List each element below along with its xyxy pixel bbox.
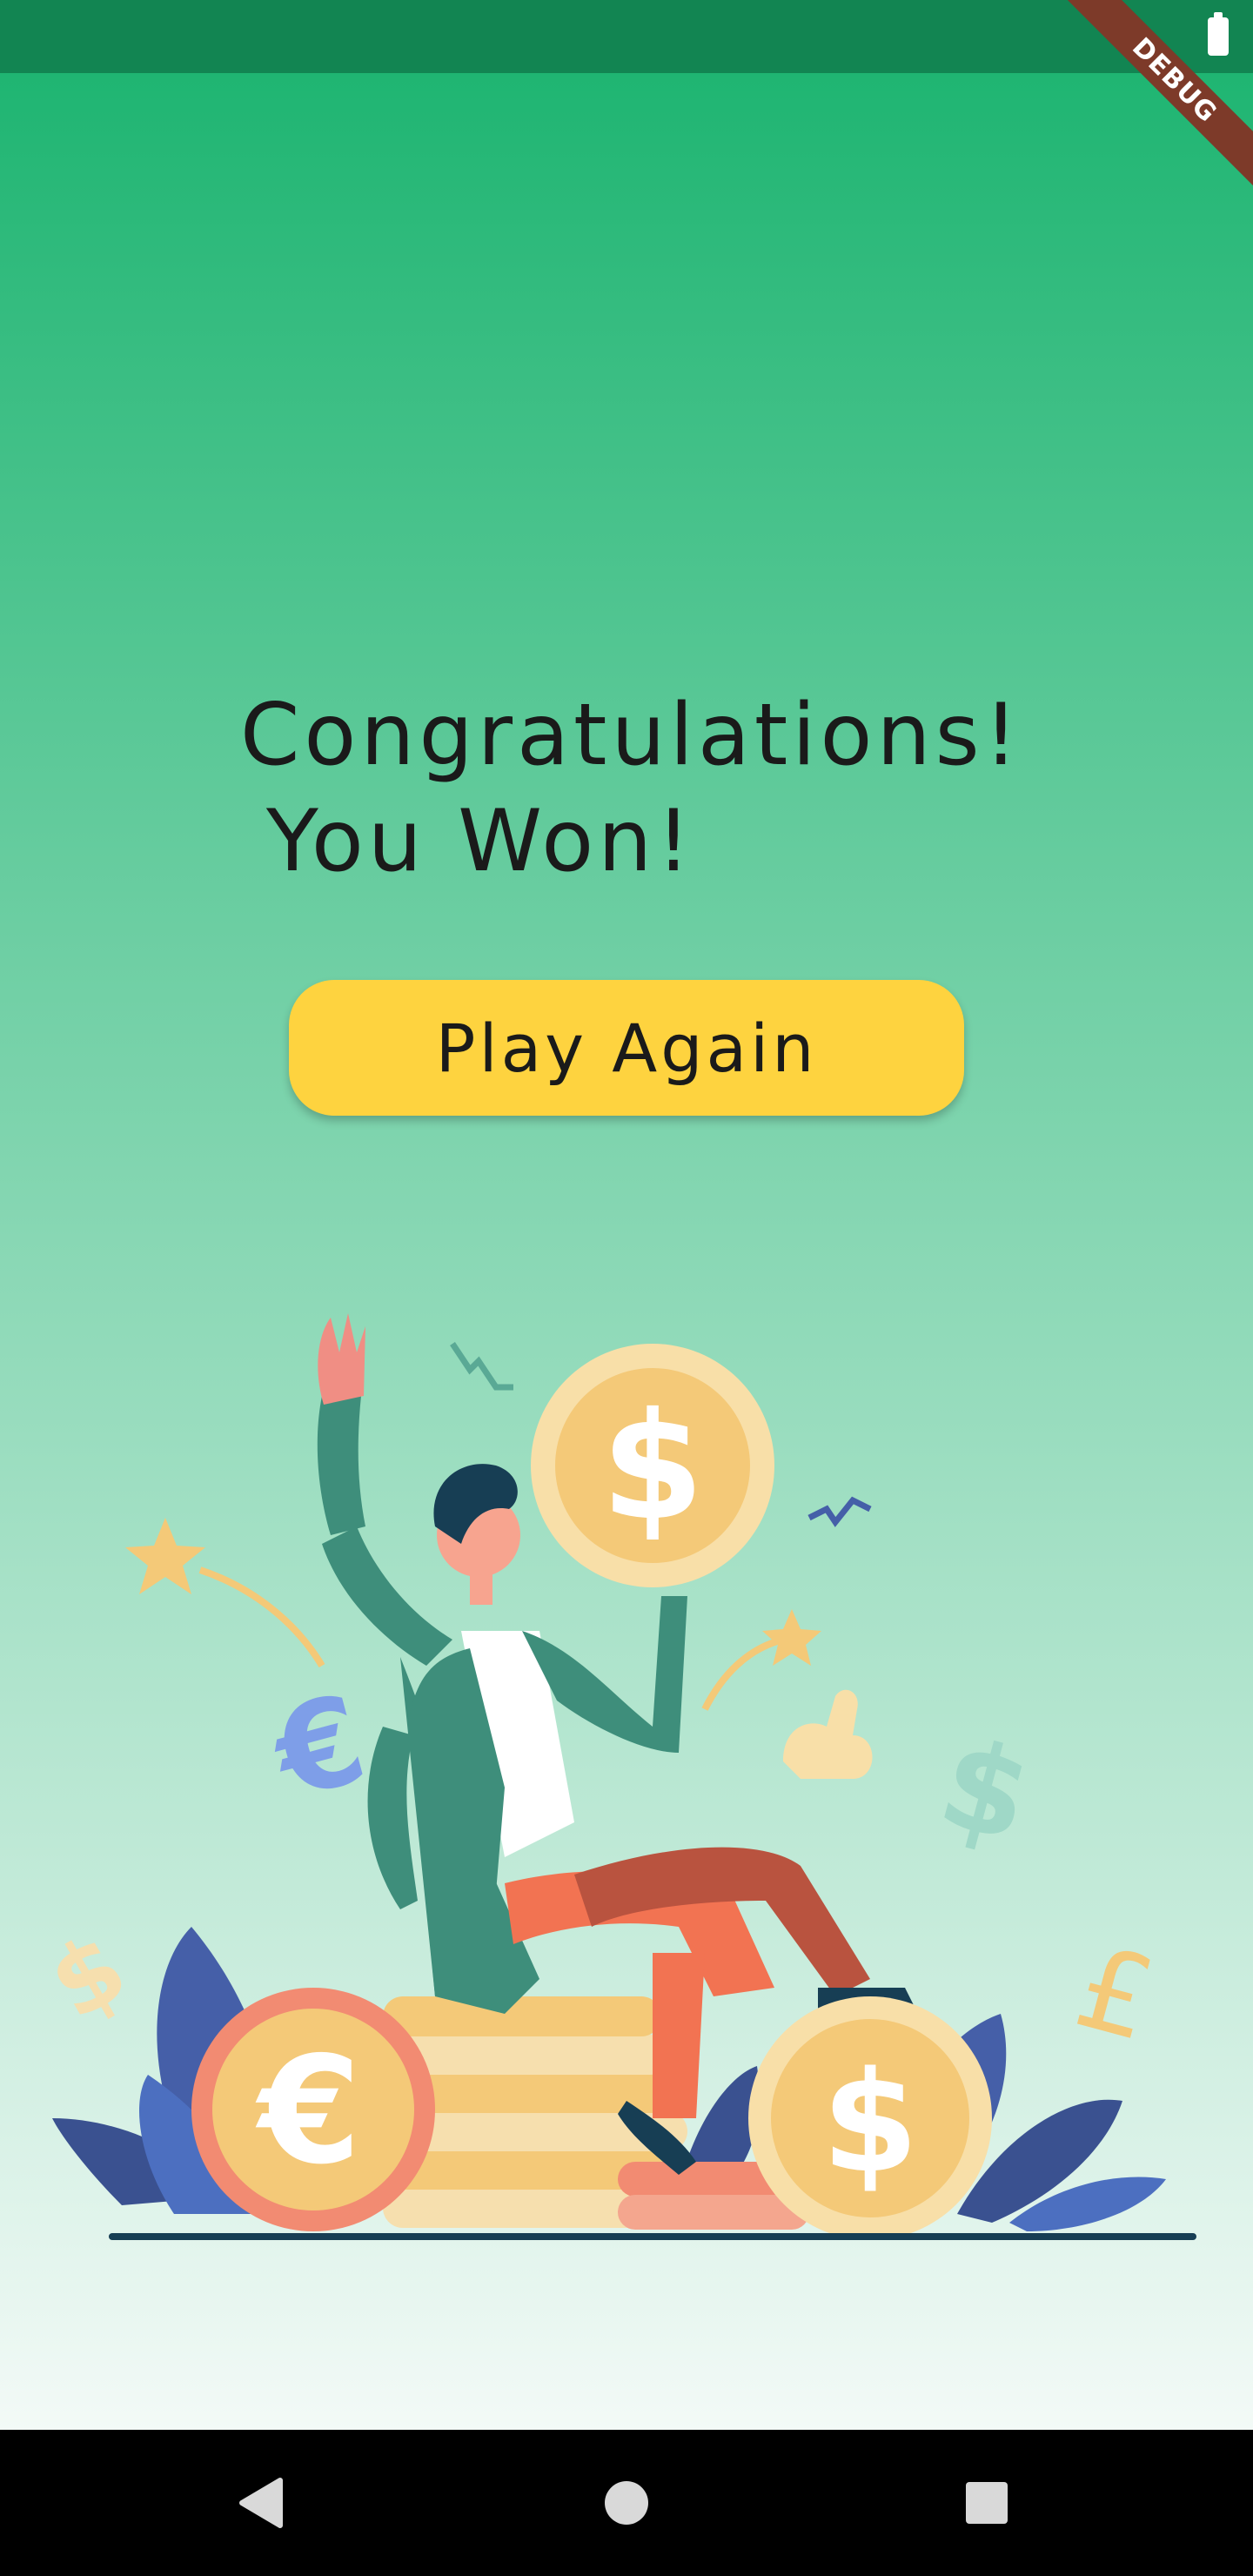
floating-dollar-symbol-small: $	[52, 1912, 144, 2042]
dollar-symbol-coin-2: $	[821, 2041, 918, 2204]
play-again-button[interactable]: Play Again	[289, 980, 964, 1116]
congratulations-text: Congratulations!	[240, 686, 1022, 785]
system-nav-bar	[0, 2430, 1253, 2576]
floating-pound-symbol: £	[1063, 1920, 1167, 2066]
back-button[interactable]	[191, 2430, 331, 2576]
you-won-text: You Won!	[266, 792, 695, 891]
recents-button[interactable]	[917, 2430, 1056, 2576]
result-screen: Congratulations! You Won! Play Again $ €…	[0, 73, 1253, 2430]
result-headline: Congratulations! You Won!	[240, 682, 1110, 895]
recents-square-icon	[966, 2482, 1008, 2524]
euro-symbol-coin: €	[255, 2025, 361, 2197]
back-triangle-icon	[239, 2478, 283, 2528]
home-circle-icon	[605, 2481, 648, 2525]
status-bar	[0, 0, 1253, 73]
winner-illustration: $ € $ € $ £ $	[52, 1313, 1196, 2240]
home-button[interactable]	[557, 2430, 696, 2576]
floating-dollar-symbol: $	[926, 1712, 1044, 1871]
dollar-symbol-coin: $	[601, 1381, 704, 1553]
battery-full-icon	[1208, 12, 1229, 56]
floating-euro-symbol: €	[258, 1668, 379, 1828]
